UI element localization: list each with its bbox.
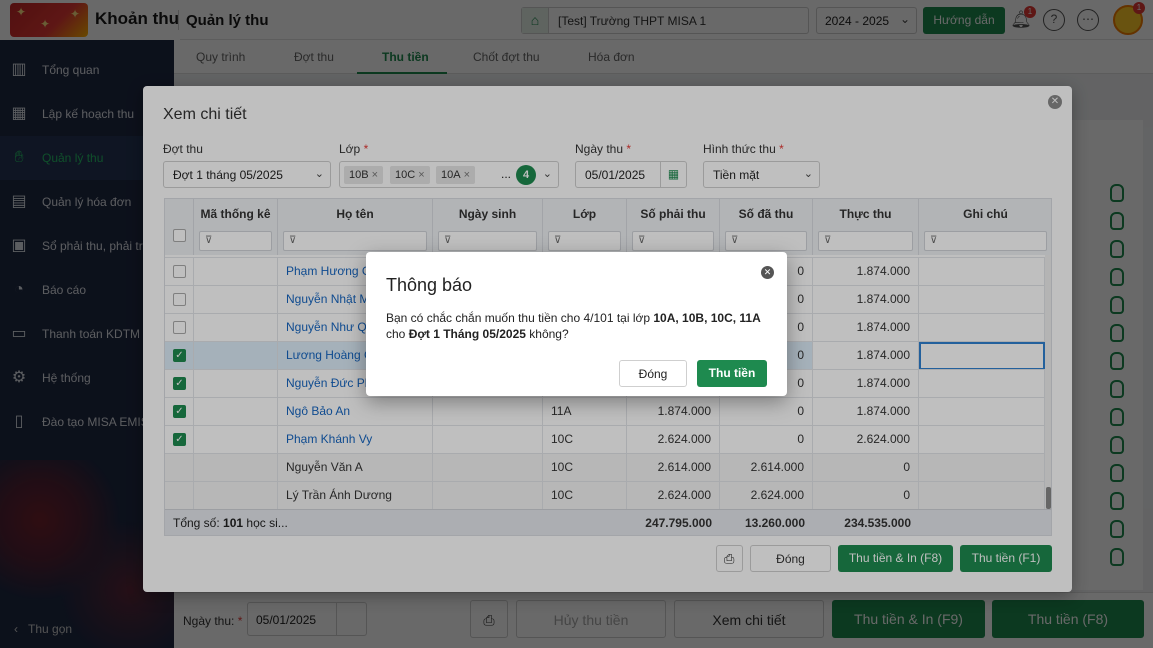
cancel-button[interactable]: Đóng: [619, 360, 687, 387]
close-icon[interactable]: ✕: [761, 266, 774, 279]
confirm-collect-button[interactable]: Thu tiền: [697, 360, 767, 387]
confirm-message: Bạn có chắc chắn muốn thu tiền cho 4/101…: [386, 311, 761, 341]
confirm-dialog: Thông báo ✕ Bạn có chắc chắn muốn thu ti…: [366, 252, 787, 396]
confirm-title: Thông báo: [386, 275, 473, 295]
